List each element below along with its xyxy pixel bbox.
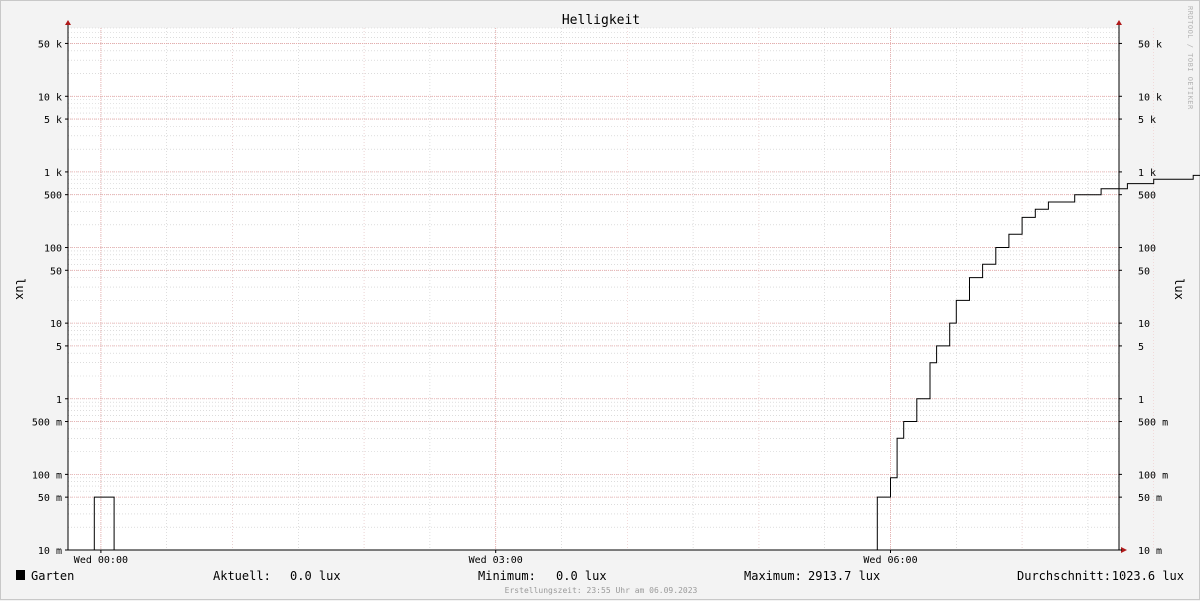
y-tick-label-left: 10 m — [38, 546, 62, 557]
y-axis-right-arrow — [1116, 20, 1122, 25]
y-tick-label-left: 100 m — [32, 470, 62, 481]
legend-durchschnitt-label: Durchschnitt: — [1017, 569, 1111, 583]
y-axis-label-left: lux — [13, 278, 27, 300]
y-tick-label-right: 10 m — [1138, 546, 1162, 557]
legend-aktuell-value: 0.0 lux — [290, 569, 341, 583]
y-tick-label-right: 500 — [1138, 191, 1156, 202]
y-tick-label-left: 10 — [50, 319, 62, 330]
legend-aktuell-label: Aktuell: — [213, 569, 271, 583]
y-tick-label-right: 500 m — [1138, 418, 1168, 429]
y-tick-label-right: 10 k — [1138, 92, 1162, 103]
x-tick-label: Wed 06:00 — [863, 555, 917, 566]
y-tick-label-right: 100 m — [1138, 470, 1168, 481]
creation-timestamp: Erstellungszeit: 23:55 Uhr am 06.09.2023 — [505, 586, 698, 595]
y-tick-label-right: 50 — [1138, 266, 1150, 277]
y-tick-label-right: 1 — [1138, 395, 1144, 406]
y-tick-label-left: 500 m — [32, 418, 62, 429]
y-tick-label-right: 10 — [1138, 319, 1150, 330]
x-tick-label: Wed 03:00 — [469, 555, 523, 566]
y-tick-label-left: 50 k — [38, 39, 62, 50]
y-tick-label-left: 50 — [50, 266, 62, 277]
y-tick-label-left: 1 — [56, 395, 62, 406]
y-tick-label-left: 10 k — [38, 92, 62, 103]
legend-maximum-value: 2913.7 lux — [808, 569, 880, 583]
rrdtool-watermark: RRDTOOL / TOBI OETIKER — [1186, 6, 1194, 110]
y-tick-label-right: 1 k — [1138, 168, 1156, 179]
y-axis-left-arrow — [65, 20, 71, 25]
legend-durchschnitt-value: 1023.6 lux — [1112, 569, 1184, 583]
y-axis-left-labels: 10 m 50 m 100 m 500 m 1 5 10 50 100 500 1 k 5 k 10 k… — [32, 39, 62, 557]
x-tick-label: Wed 00:00 — [74, 555, 128, 566]
legend-swatch-garten — [16, 570, 25, 580]
graph-frame: 10 m 50 m 100 m 500 m 1 5 10 50 100 500 1 k 5 k 10 k… — [0, 0, 1200, 600]
brightness-chart: 10 m 50 m 100 m 500 m 1 5 10 50 100 500 1 k 5 k 10 k… — [13, 6, 1200, 595]
legend-series-name: Garten — [31, 569, 74, 583]
y-axis-right-labels: 10 m 50 m 100 m 500 m 1 5 10 50 100 500 1 k 5 k 10 k… — [1138, 39, 1168, 557]
y-tick-label-left: 5 — [56, 342, 62, 353]
y-tick-label-left: 500 — [44, 191, 62, 202]
legend-minimum-label: Minimum: — [478, 569, 536, 583]
y-tick-label-left: 50 m — [38, 493, 62, 504]
y-axis-label-right: lux — [1172, 278, 1186, 300]
legend-maximum-label: Maximum: — [744, 569, 802, 583]
y-tick-label-right: 5 k — [1138, 115, 1156, 126]
y-tick-label-right: 5 — [1138, 342, 1144, 353]
y-tick-label-left: 1 k — [44, 168, 62, 179]
y-tick-label-left: 100 — [44, 244, 62, 255]
y-tick-label-right: 50 m — [1138, 493, 1162, 504]
y-tick-label-right: 100 — [1138, 244, 1156, 255]
chart-title: Helligkeit — [562, 13, 640, 28]
y-tick-label-left: 5 k — [44, 115, 62, 126]
plot-area — [68, 28, 1119, 550]
x-axis-labels: Wed 00:00Wed 03:00Wed 06:00Wed 09:00Wed … — [74, 555, 918, 566]
legend-minimum-value: 0.0 lux — [556, 569, 607, 583]
y-tick-label-right: 50 k — [1138, 39, 1162, 50]
